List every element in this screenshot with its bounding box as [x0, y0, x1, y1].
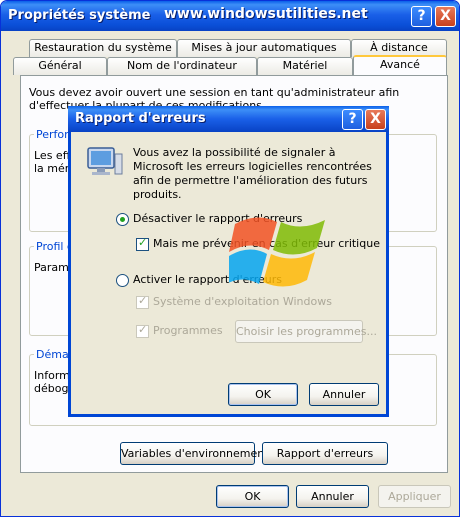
- dialog-close-button[interactable]: X: [365, 109, 386, 130]
- tab-restauration[interactable]: Restauration du système: [29, 39, 177, 57]
- dialog-title: Rapport d'erreurs: [75, 111, 206, 126]
- watermark-text: www.windowsutilities.net: [164, 6, 368, 22]
- title-bar[interactable]: Propriétés système www.windowsutilities.…: [1, 1, 459, 31]
- dialog-help-button[interactable]: ?: [342, 109, 363, 130]
- system-properties-window: Propriétés système www.windowsutilities.…: [0, 0, 460, 517]
- dialog-ok-button[interactable]: OK: [228, 383, 298, 406]
- cancel-button[interactable]: Annuler: [296, 485, 369, 508]
- ok-button[interactable]: OK: [216, 485, 289, 508]
- close-button[interactable]: X: [435, 6, 456, 27]
- error-report-button[interactable]: Rapport d'erreurs: [262, 442, 388, 465]
- environment-variables-button[interactable]: Variables d'environnement: [120, 442, 269, 465]
- choose-programs-button[interactable]: Choisir les programmes...: [235, 320, 377, 343]
- dialog-cancel-button[interactable]: Annuler: [309, 383, 379, 406]
- tab-nom-ordinateur[interactable]: Nom de l'ordinateur: [107, 57, 257, 75]
- computer-icon: [87, 147, 123, 175]
- help-button[interactable]: ?: [411, 6, 432, 27]
- tab-avance[interactable]: Avancé: [353, 55, 447, 75]
- window-title: Propriétés système: [8, 8, 151, 23]
- os-checkbox[interactable]: [136, 294, 149, 309]
- dialog-title-bar[interactable]: Rapport d'erreurs ? X: [68, 106, 389, 132]
- disable-report-radio[interactable]: [116, 213, 129, 226]
- error-report-dialog: Rapport d'erreurs ? X Vous avez la possi…: [68, 106, 389, 417]
- tab-mises-a-jour[interactable]: Mises à jour automatiques: [177, 39, 351, 57]
- dialog-description: Vous avez la possibilité de signaler à M…: [133, 146, 372, 201]
- apply-button[interactable]: Appliquer: [378, 485, 451, 508]
- enable-report-radio[interactable]: [116, 274, 129, 287]
- tab-materiel[interactable]: Matériel: [257, 57, 353, 75]
- programs-checkbox[interactable]: [136, 323, 149, 338]
- notify-critical-checkbox[interactable]: [136, 236, 149, 251]
- programs-label: Programmes: [153, 324, 223, 337]
- tab-general[interactable]: Général: [13, 57, 107, 75]
- windows-logo-icon: [229, 217, 325, 287]
